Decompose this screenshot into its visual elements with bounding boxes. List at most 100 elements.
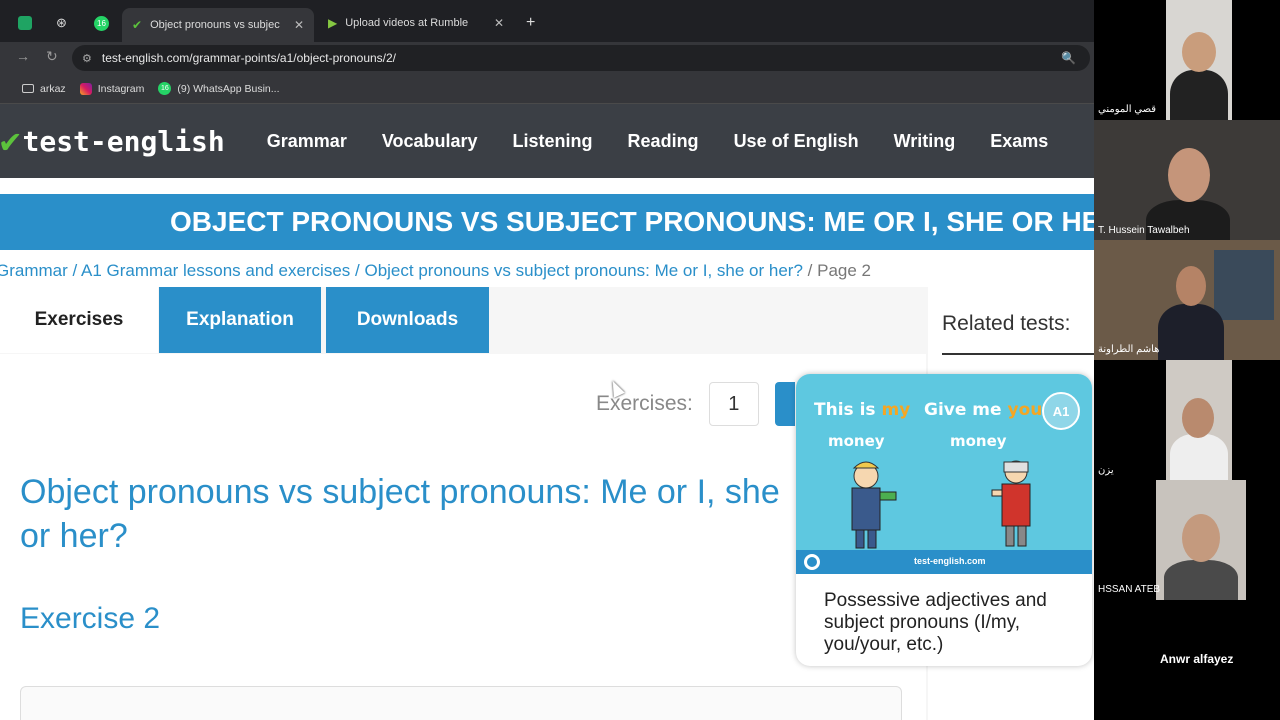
person-head xyxy=(1168,148,1210,202)
image-footer: test-english.com xyxy=(796,550,1092,574)
person-body xyxy=(1170,434,1228,480)
person-head xyxy=(1176,266,1206,306)
exercise-box xyxy=(20,686,902,720)
logo-text: test-english xyxy=(22,124,225,158)
tab-whatsapp[interactable]: 16 xyxy=(84,8,119,38)
bookmarks-bar: arkaz Instagram 16 (9) WhatsApp Busin... xyxy=(0,74,1094,104)
nav-vocabulary[interactable]: Vocabulary xyxy=(382,131,478,152)
image-text: Give me xyxy=(924,400,1002,420)
tab-sheets[interactable] xyxy=(8,8,42,38)
related-test-image: This is my money Give me your money A1 t… xyxy=(796,374,1092,574)
banner-title: OBJECT PRONOUNS VS SUBJECT PRONOUNS: ME … xyxy=(170,206,1094,237)
breadcrumb-sep: / xyxy=(67,261,82,280)
tab-chatgpt[interactable]: ⊛ xyxy=(46,8,77,38)
bookmark-arkaz[interactable]: arkaz xyxy=(22,83,66,95)
robber-figure xyxy=(991,460,1031,547)
participant-name: قصي المومني xyxy=(1098,104,1157,115)
breadcrumb-grammar[interactable]: Grammar xyxy=(0,261,68,280)
breadcrumb-topic[interactable]: Object pronouns vs subject pronouns: Me … xyxy=(364,261,802,280)
divider xyxy=(942,353,1094,355)
folder-icon xyxy=(22,84,34,93)
breadcrumb-current: Page 2 xyxy=(817,261,871,280)
nav-writing[interactable]: Writing xyxy=(894,131,956,152)
image-text: money xyxy=(828,432,885,450)
url-input[interactable]: ⚙ test-english.com/grammar-points/a1/obj… xyxy=(72,45,1090,71)
exercise-number-input[interactable]: 1 xyxy=(708,382,759,426)
tab-rumble[interactable]: ▶ Upload videos at Rumble ✕ xyxy=(318,8,514,38)
tab-object-pronouns[interactable]: ✔ Object pronouns vs subject pro ✕ xyxy=(122,8,314,42)
exercise-go-button[interactable] xyxy=(774,382,795,426)
exercise-selector: Exercises: 1 xyxy=(596,382,795,426)
circle-icon xyxy=(804,554,820,570)
zoom-icon[interactable]: 🔍 xyxy=(1061,51,1076,65)
background-screen xyxy=(1214,250,1274,320)
instagram-icon xyxy=(79,82,92,95)
participant-name: يزن xyxy=(1098,465,1114,476)
exercise-heading: Exercise 2 xyxy=(20,602,161,635)
participant-tile-3[interactable] xyxy=(1094,240,1280,360)
breadcrumb-a1[interactable]: A1 Grammar lessons and exercises xyxy=(81,261,350,280)
image-text: money xyxy=(950,432,1007,450)
participant-tile-1[interactable] xyxy=(1166,0,1232,120)
tab-label: Object pronouns vs subject pro xyxy=(150,19,280,31)
tab-label: Upload videos at Rumble xyxy=(345,17,469,29)
participant-name: HSSAN ATEB xyxy=(1098,584,1161,595)
tab-exercises[interactable]: Exercises xyxy=(0,287,158,353)
nav-grammar[interactable]: Grammar xyxy=(267,131,347,152)
page-title: Object pronouns vs subject pronouns: Me … xyxy=(20,473,780,555)
participant-name: T. Hussein Tawalbeh xyxy=(1098,225,1190,236)
image-caption-2: Give me your xyxy=(924,400,1051,420)
person-body xyxy=(1158,304,1224,360)
rumble-icon: ▶ xyxy=(328,16,338,30)
address-bar-row: → ↻ ⚙ test-english.com/grammar-points/a1… xyxy=(0,42,1094,74)
main-nav: Grammar Vocabulary Listening Reading Use… xyxy=(267,131,1049,152)
breadcrumb-sep: / xyxy=(802,261,818,280)
related-test-card[interactable]: This is my money Give me your money A1 t… xyxy=(796,374,1092,666)
check-icon: ✔ xyxy=(132,18,143,32)
forward-icon[interactable]: → xyxy=(16,48,30,64)
nav-use-of-english[interactable]: Use of English xyxy=(734,131,859,152)
bookmark-label: (9) WhatsApp Busin... xyxy=(177,82,280,95)
reload-icon[interactable]: ↻ xyxy=(46,48,58,65)
nav-listening[interactable]: Listening xyxy=(513,131,593,152)
content-tabs: Exercises Explanation Downloads xyxy=(0,287,928,355)
site-navbar: ✔ test-english Grammar Vocabulary Listen… xyxy=(0,104,1094,178)
image-text: my xyxy=(881,400,911,420)
sheets-icon xyxy=(18,16,32,30)
tab-downloads[interactable]: Downloads xyxy=(326,287,489,353)
participant-tile-4[interactable] xyxy=(1166,360,1232,480)
breadcrumb-sep: / xyxy=(350,261,365,280)
participant-tile-2[interactable] xyxy=(1094,120,1280,240)
whatsapp-icon: 16 xyxy=(94,15,109,31)
whatsapp-icon: 16 xyxy=(158,82,172,95)
participant-tile-5[interactable] xyxy=(1156,480,1246,600)
bookmark-instagram[interactable]: Instagram xyxy=(79,82,145,95)
page-banner: OBJECT PRONOUNS VS SUBJECT PRONOUNS: ME … xyxy=(0,194,1094,250)
breadcrumb: Grammar / A1 Grammar lessons and exercis… xyxy=(0,261,871,281)
exercises-label: Exercises: xyxy=(596,392,693,415)
site-info-icon[interactable]: ⚙ xyxy=(82,52,92,65)
participant-name: هاشم الطراونة xyxy=(1098,344,1160,355)
person-body xyxy=(1170,70,1228,120)
image-caption-1: This is my xyxy=(814,400,910,420)
related-tests-title: Related tests: xyxy=(942,312,1071,335)
check-logo-icon: ✔ xyxy=(0,121,21,161)
screen: ⊛ 16 ✔ Object pronouns vs subject pro ✕ … xyxy=(0,0,1280,720)
person-head xyxy=(1182,32,1216,72)
url-text: test-english.com/grammar-points/a1/objec… xyxy=(101,51,397,65)
browser-tabbar: ⊛ 16 ✔ Object pronouns vs subject pro ✕ … xyxy=(0,0,1094,42)
related-test-title[interactable]: Possessive adjectives and subject pronou… xyxy=(824,590,1074,656)
site-logo[interactable]: ✔ test-english xyxy=(0,121,225,161)
close-icon[interactable]: ✕ xyxy=(294,18,304,32)
nav-exams[interactable]: Exams xyxy=(990,131,1048,152)
nav-reading[interactable]: Reading xyxy=(628,131,699,152)
image-text: This is xyxy=(814,400,876,420)
tab-explanation[interactable]: Explanation xyxy=(159,287,321,353)
participant-name: Anwr alfayez xyxy=(1160,652,1234,666)
new-tab-button[interactable]: + xyxy=(516,8,545,38)
image-footer-text: test-english.com xyxy=(914,556,986,566)
bookmark-whatsapp[interactable]: 16 (9) WhatsApp Busin... xyxy=(158,82,280,95)
bookmark-label: Instagram xyxy=(97,82,145,95)
close-icon[interactable]: ✕ xyxy=(494,16,504,30)
person-body xyxy=(1164,560,1238,600)
